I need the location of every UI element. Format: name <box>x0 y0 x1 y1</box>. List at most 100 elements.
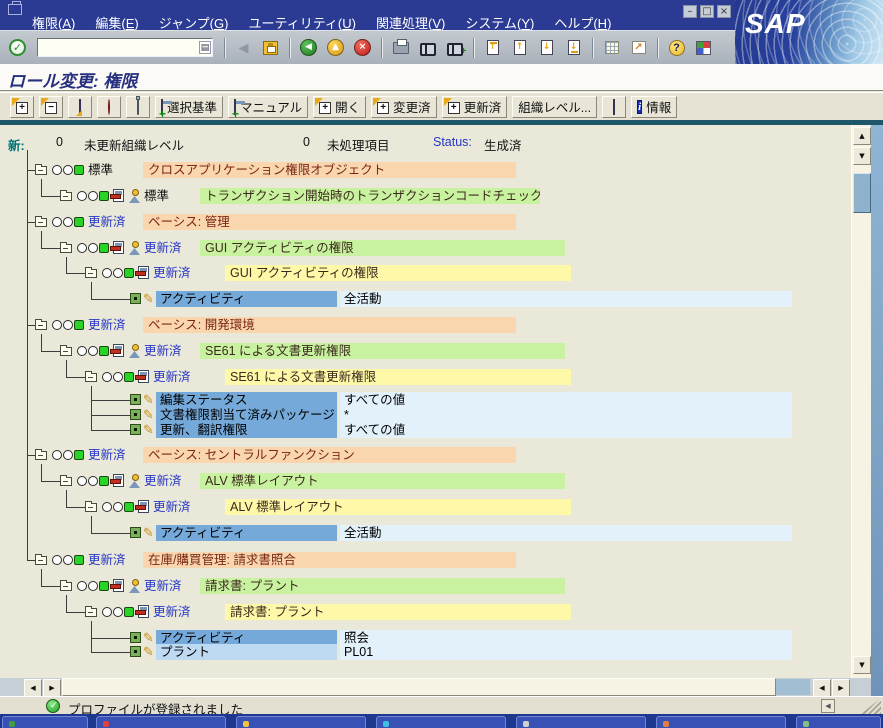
pencil-icon[interactable] <box>143 525 154 541</box>
folder-icon[interactable] <box>85 269 97 278</box>
exit-icon[interactable]: ▲ <box>324 36 347 60</box>
folder-icon[interactable] <box>35 218 47 227</box>
folder-icon[interactable] <box>85 373 97 382</box>
taskbar-button[interactable] <box>376 716 506 728</box>
tree-node-text[interactable]: GUI アクティビティの権限 <box>225 265 571 281</box>
back-arrow-icon[interactable]: ◀ <box>232 36 255 60</box>
enter-icon[interactable]: ✓ <box>6 36 29 60</box>
command-history-icon[interactable]: ▤ <box>199 41 211 54</box>
tree-node-text[interactable]: ベーシス: 管理 <box>143 214 516 230</box>
field-value[interactable]: PL01 <box>340 644 792 660</box>
folder-icon[interactable] <box>60 582 72 591</box>
tree-node-text[interactable]: 在庫/購買管理: 請求書照合 <box>143 552 516 568</box>
tree-node-text[interactable]: GUI アクティビティの権限 <box>200 240 565 256</box>
minimize-button[interactable]: – <box>683 5 697 18</box>
system-menu-icon[interactable] <box>8 4 22 15</box>
tree-node-text[interactable]: ALV 標準レイアウト <box>225 499 571 515</box>
scroll-left-button[interactable] <box>24 679 42 697</box>
changed-button[interactable]: +変更済 <box>371 96 437 118</box>
collapse-all-button[interactable]: − <box>39 96 63 118</box>
folder-icon[interactable] <box>60 347 72 356</box>
folder-icon[interactable] <box>35 556 47 565</box>
scroll-up-button[interactable] <box>853 127 871 145</box>
folder-icon[interactable] <box>35 321 47 330</box>
information-button[interactable]: i情報 <box>631 96 677 118</box>
folder-icon[interactable] <box>60 477 72 486</box>
folder-icon[interactable] <box>60 192 72 201</box>
field-label[interactable]: アクティビティ <box>156 525 337 541</box>
tree-field-row[interactable]: アクティビティ全活動 <box>0 523 851 543</box>
tree-node-text[interactable]: トランザクション開始時のトランザクションコードチェック <box>200 188 540 204</box>
scroll-down-button[interactable] <box>853 656 871 674</box>
field-value[interactable]: すべての値 <box>340 422 792 438</box>
taskbar-button[interactable] <box>796 716 881 728</box>
tree-node-text[interactable]: 請求書: プラント <box>200 578 565 594</box>
taskbar-button[interactable] <box>656 716 786 728</box>
tree-node-row[interactable]: 更新済在庫/購買管理: 請求書照合 <box>0 550 851 570</box>
save-icon[interactable] <box>259 36 282 60</box>
delete-button[interactable] <box>126 96 150 118</box>
overview-button[interactable] <box>602 96 626 118</box>
maintained-button[interactable]: +更新済 <box>442 96 508 118</box>
horizontal-scroll-thumb[interactable] <box>62 678 776 696</box>
tree-node-row[interactable]: 更新済ALV 標準レイアウト <box>0 471 851 491</box>
folder-icon[interactable] <box>35 166 47 175</box>
field-value[interactable]: 全活動 <box>340 525 792 541</box>
last-page-icon[interactable]: ↓ <box>562 36 585 60</box>
selection-criteria-button[interactable]: 選択基準 <box>155 96 223 118</box>
close-button[interactable]: × <box>717 5 731 18</box>
tree-node-text[interactable]: SE61 による文書更新権限 <box>225 369 571 385</box>
scroll-right-button[interactable] <box>43 679 61 697</box>
tree-node-text[interactable]: クロスアプリケーション権限オブジェクト <box>143 162 516 178</box>
scroll-right-button[interactable] <box>832 679 850 697</box>
field-label[interactable]: アクティビティ <box>156 291 337 307</box>
tree-node-row[interactable]: 更新済ベーシス: セントラルファンクション <box>0 445 851 465</box>
field-value[interactable]: 全活動 <box>340 291 792 307</box>
tree-node-row[interactable]: 更新済ベーシス: 管理 <box>0 212 851 232</box>
create-shortcut-icon[interactable]: ↗ <box>627 36 650 60</box>
switch-display-button[interactable] <box>68 96 92 118</box>
first-page-icon[interactable]: ↑ <box>481 36 504 60</box>
previous-page-icon[interactable]: ↑ <box>508 36 531 60</box>
tree-node-row[interactable]: 更新済GUI アクティビティの権限 <box>0 238 851 258</box>
find-icon[interactable] <box>416 36 439 60</box>
pencil-icon[interactable] <box>143 422 154 438</box>
vertical-scrollbar[interactable] <box>851 125 871 678</box>
taskbar-button[interactable] <box>96 716 226 728</box>
scroll-left-button[interactable] <box>813 679 831 697</box>
tree-node-row[interactable]: 更新済SE61 による文書更新権限 <box>0 341 851 361</box>
back-icon[interactable]: ◀ <box>297 36 320 60</box>
org-levels-button[interactable]: 組織レベル... <box>512 96 597 118</box>
tree-node-text[interactable]: ベーシス: セントラルファンクション <box>143 447 516 463</box>
statusbar-options-button[interactable] <box>821 699 835 713</box>
pencil-icon[interactable] <box>143 291 154 307</box>
tree-node-text[interactable]: SE61 による文書更新権限 <box>200 343 565 359</box>
open-button[interactable]: +開く <box>313 96 366 118</box>
customize-layout-icon[interactable] <box>692 36 715 60</box>
tree-node-row[interactable]: 標準クロスアプリケーション権限オブジェクト <box>0 160 851 180</box>
folder-icon[interactable] <box>85 608 97 617</box>
find-next-icon[interactable]: + <box>443 36 466 60</box>
tree-node-row[interactable]: 標準トランザクション開始時のトランザクションコードチェック <box>0 186 851 206</box>
taskbar-button[interactable] <box>2 716 88 728</box>
scroll-down-button[interactable] <box>853 147 871 165</box>
print-icon[interactable] <box>389 36 412 60</box>
new-session-icon[interactable] <box>600 36 623 60</box>
resize-grip[interactable] <box>861 698 881 714</box>
help-icon[interactable]: ? <box>665 36 688 60</box>
tree-node-row[interactable]: 更新済SE61 による文書更新権限 <box>0 367 851 387</box>
tree-field-row[interactable]: プラントPL01 <box>0 642 851 662</box>
tree-node-row[interactable]: 更新済請求書: プラント <box>0 576 851 596</box>
windows-taskbar[interactable] <box>0 714 883 728</box>
folder-icon[interactable] <box>60 244 72 253</box>
tree-field-row[interactable]: 更新、翻訳権限すべての値 <box>0 420 851 440</box>
folder-icon[interactable] <box>35 451 47 460</box>
maximize-button[interactable]: □ <box>700 5 714 18</box>
next-page-icon[interactable]: ↓ <box>535 36 558 60</box>
tree-node-row[interactable]: 更新済GUI アクティビティの権限 <box>0 263 851 283</box>
field-label[interactable]: プラント <box>156 644 337 660</box>
cancel-icon[interactable]: × <box>351 36 374 60</box>
taskbar-button[interactable] <box>516 716 646 728</box>
tree-node-text[interactable]: 請求書: プラント <box>225 604 571 620</box>
horizontal-scrollbar[interactable] <box>0 678 871 696</box>
